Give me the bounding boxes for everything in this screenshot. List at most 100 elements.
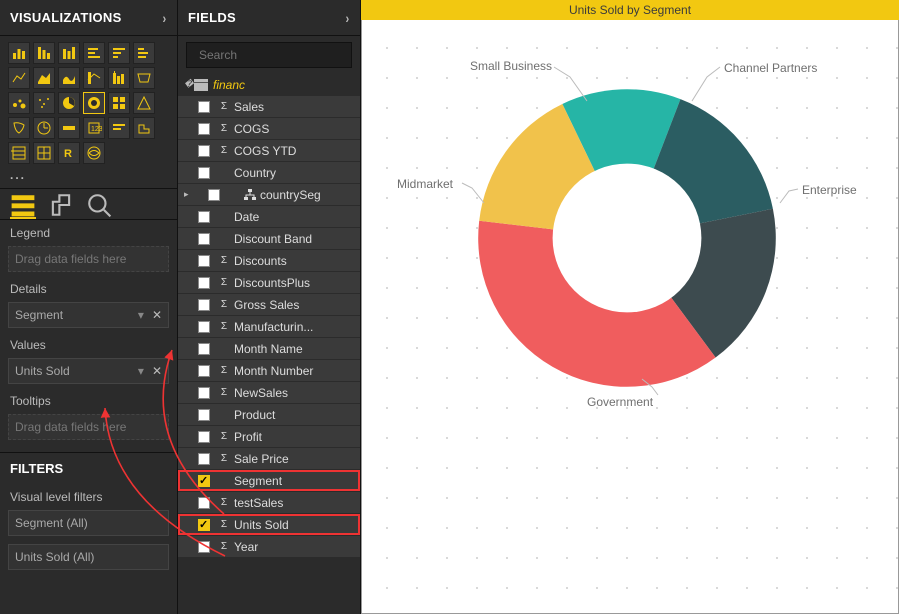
checkbox[interactable]	[198, 277, 210, 289]
tab-analytics[interactable]	[86, 193, 112, 219]
viz-type-21[interactable]: 123	[83, 117, 105, 139]
donut-chart[interactable]	[472, 83, 782, 393]
viz-type-13[interactable]	[33, 92, 55, 114]
viz-type-26[interactable]: R	[58, 142, 80, 164]
sigma-icon: Σ	[218, 299, 230, 310]
viz-type-7[interactable]	[33, 67, 55, 89]
checkbox[interactable]	[198, 541, 210, 553]
checkbox[interactable]	[198, 321, 210, 333]
viz-type-0[interactable]	[8, 42, 30, 64]
checkbox[interactable]	[198, 255, 210, 267]
field-discounts[interactable]: ΣDiscounts	[178, 250, 360, 272]
viz-type-17[interactable]	[133, 92, 155, 114]
field-gross-sales[interactable]: ΣGross Sales	[178, 294, 360, 316]
viz-formatting-tabs	[0, 188, 177, 220]
values-label: Values	[0, 332, 177, 354]
viz-type-11[interactable]	[133, 67, 155, 89]
more-visuals[interactable]: ...	[0, 166, 177, 188]
field-discount-band[interactable]: Discount Band	[178, 228, 360, 250]
viz-type-10[interactable]	[108, 67, 130, 89]
field-discountsplus[interactable]: ΣDiscountsPlus	[178, 272, 360, 294]
checkbox[interactable]	[198, 431, 210, 443]
field-manufacturin-[interactable]: ΣManufacturin...	[178, 316, 360, 338]
remove-icon[interactable]: ✕	[152, 308, 162, 322]
sigma-icon: Σ	[218, 123, 230, 134]
field-sales[interactable]: ΣSales	[178, 96, 360, 118]
filter-segment[interactable]: Segment (All)	[8, 510, 169, 536]
fields-header[interactable]: FIELDS ›	[178, 0, 360, 36]
viz-type-2[interactable]	[58, 42, 80, 64]
field-cogs-ytd[interactable]: ΣCOGS YTD	[178, 140, 360, 162]
field-month-name[interactable]: Month Name	[178, 338, 360, 360]
dropdown-icon[interactable]: ▾	[138, 364, 144, 378]
checkbox[interactable]	[198, 211, 210, 223]
viz-type-22[interactable]	[108, 117, 130, 139]
checkbox[interactable]	[208, 189, 220, 201]
viz-type-15[interactable]	[83, 92, 105, 114]
viz-type-4[interactable]	[108, 42, 130, 64]
values-field-well[interactable]: Units Sold▾✕	[8, 358, 169, 384]
field-year[interactable]: ΣYear	[178, 536, 360, 558]
tab-format[interactable]	[48, 193, 74, 219]
viz-type-24[interactable]	[8, 142, 30, 164]
remove-icon[interactable]: ✕	[152, 364, 162, 378]
dropdown-icon[interactable]: ▾	[138, 308, 144, 322]
checkbox[interactable]	[198, 387, 210, 399]
chart-area: Small Business Channel Partners Enterpri…	[362, 23, 898, 613]
field-cogs[interactable]: ΣCOGS	[178, 118, 360, 140]
field-label: Country	[234, 166, 276, 180]
checkbox[interactable]	[198, 475, 210, 487]
checkbox[interactable]	[198, 519, 210, 531]
visualizations-header[interactable]: VISUALIZATIONS ›	[0, 0, 177, 36]
checkbox[interactable]	[198, 409, 210, 421]
viz-type-6[interactable]	[8, 67, 30, 89]
field-label: Date	[234, 210, 259, 224]
checkbox[interactable]	[198, 145, 210, 157]
checkbox[interactable]	[198, 123, 210, 135]
checkbox[interactable]	[198, 365, 210, 377]
checkbox[interactable]	[198, 167, 210, 179]
field-profit[interactable]: ΣProfit	[178, 426, 360, 448]
checkbox[interactable]	[198, 101, 210, 113]
viz-type-25[interactable]	[33, 142, 55, 164]
viz-type-18[interactable]	[8, 117, 30, 139]
tooltips-dropzone[interactable]: Drag data fields here	[8, 414, 169, 440]
filter-units-sold[interactable]: Units Sold (All)	[8, 544, 169, 570]
viz-type-3[interactable]	[83, 42, 105, 64]
field-countryseg[interactable]: ▸countrySeg	[178, 184, 360, 206]
viz-type-20[interactable]	[58, 117, 80, 139]
viz-type-1[interactable]	[33, 42, 55, 64]
legend-dropzone[interactable]: Drag data fields here	[8, 246, 169, 272]
field-month-number[interactable]: ΣMonth Number	[178, 360, 360, 382]
label-enterprise: Enterprise	[802, 183, 857, 197]
viz-type-12[interactable]	[8, 92, 30, 114]
viz-type-23[interactable]	[133, 117, 155, 139]
field-units-sold[interactable]: ΣUnits Sold	[178, 514, 360, 536]
checkbox[interactable]	[198, 343, 210, 355]
report-canvas[interactable]: Units Sold by Segment Small Business Cha…	[361, 0, 899, 614]
checkbox[interactable]	[198, 497, 210, 509]
search-field[interactable]	[186, 42, 352, 68]
viz-type-16[interactable]	[108, 92, 130, 114]
details-field-well[interactable]: Segment▾✕	[8, 302, 169, 328]
viz-type-27[interactable]	[83, 142, 105, 164]
field-sale-price[interactable]: ΣSale Price	[178, 448, 360, 470]
field-country[interactable]: Country	[178, 162, 360, 184]
viz-type-8[interactable]	[58, 67, 80, 89]
search-input[interactable]	[199, 48, 354, 62]
field-date[interactable]: Date	[178, 206, 360, 228]
checkbox[interactable]	[198, 453, 210, 465]
field-newsales[interactable]: ΣNewSales	[178, 382, 360, 404]
field-product[interactable]: Product	[178, 404, 360, 426]
viz-type-9[interactable]	[83, 67, 105, 89]
viz-type-19[interactable]	[33, 117, 55, 139]
field-testsales[interactable]: ΣtestSales	[178, 492, 360, 514]
tab-fields[interactable]	[10, 193, 36, 219]
table-financ[interactable]: �▾ financ	[178, 74, 360, 96]
checkbox[interactable]	[198, 299, 210, 311]
viz-type-5[interactable]	[133, 42, 155, 64]
checkbox[interactable]	[198, 233, 210, 245]
field-segment[interactable]: Segment	[178, 470, 360, 492]
sigma-icon: Σ	[218, 365, 230, 376]
viz-type-14[interactable]	[58, 92, 80, 114]
